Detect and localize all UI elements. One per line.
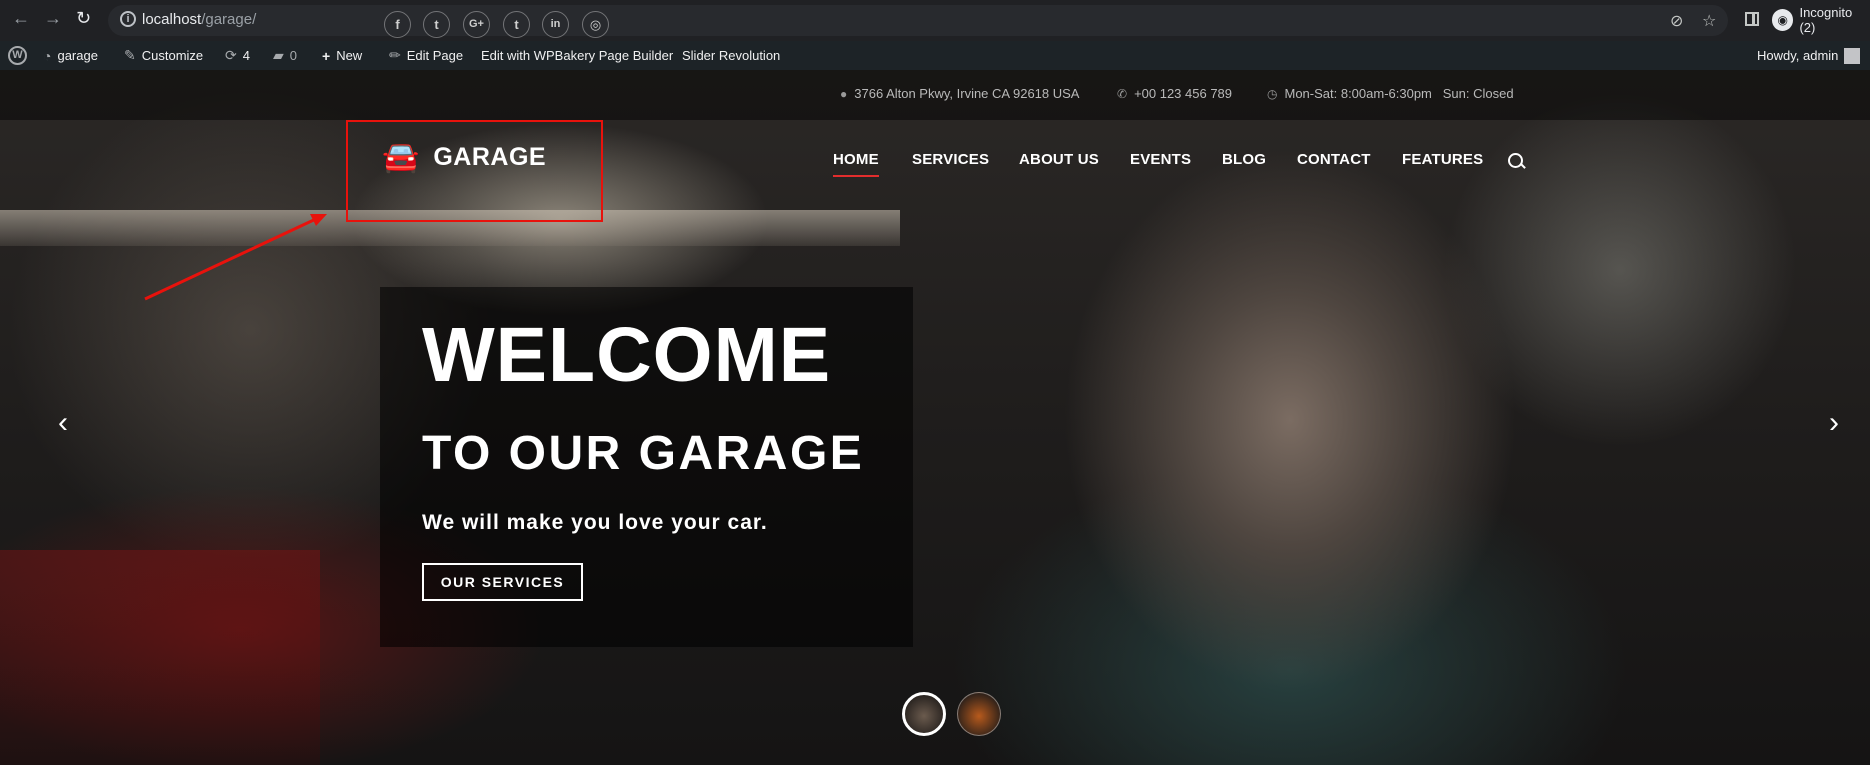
slide-subtitle: TO OUR GARAGE [422, 427, 865, 480]
annotation-arrow [144, 214, 327, 301]
nav-home[interactable]: HOME [833, 151, 879, 177]
our-services-button[interactable]: OUR SERVICES [422, 563, 583, 601]
nav-events[interactable]: EVENTS [1130, 151, 1191, 168]
nav-features[interactable]: FEATURES [1402, 151, 1483, 168]
nav-about-us[interactable]: ABOUT US [1019, 151, 1099, 168]
search-icon[interactable] [1508, 153, 1523, 168]
slider-next-icon[interactable]: › [1829, 408, 1839, 438]
slide-thumbnail-2[interactable] [957, 692, 1001, 736]
slide-title: WELCOME [422, 312, 832, 398]
nav-blog[interactable]: BLOG [1222, 151, 1266, 168]
nav-contact[interactable]: CONTACT [1297, 151, 1371, 168]
nav-services[interactable]: SERVICES [912, 151, 989, 168]
slide-tagline: We will make you love your car. [422, 511, 768, 534]
slide-thumbnail-1[interactable] [902, 692, 946, 736]
slider-prev-icon[interactable]: ‹ [58, 408, 68, 438]
